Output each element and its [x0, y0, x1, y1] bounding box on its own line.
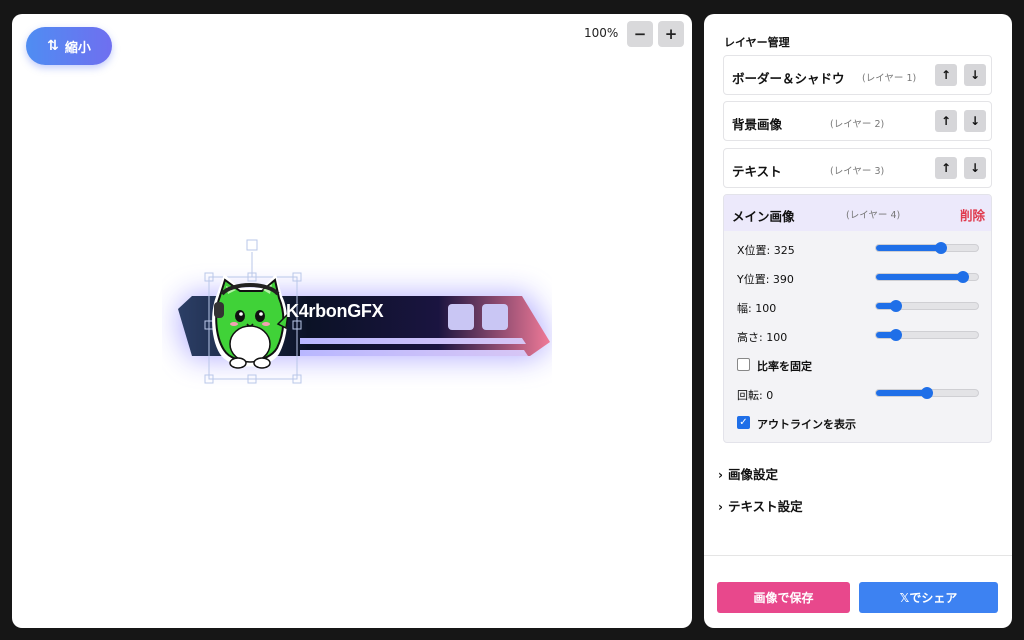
banner-preview[interactable]: K4rbonGFX	[162, 224, 552, 394]
share-x-button[interactable]: 𝕏でシェア	[859, 582, 998, 613]
layer-number: (レイヤー 2)	[830, 119, 885, 130]
active-layer-header: メイン画像 (レイヤー 4) 削除	[724, 195, 991, 231]
layer-name: メイン画像	[732, 209, 795, 224]
layer-item-text[interactable]: テキスト (レイヤー 3) ↑ ↓	[723, 148, 992, 188]
rotation-label: 回転: 0	[737, 389, 774, 402]
chevron-right-icon: ›	[718, 500, 723, 514]
zoom-level: 100%	[584, 26, 619, 40]
swap-vertical-icon: ⇅	[47, 38, 59, 54]
height-slider[interactable]	[875, 329, 979, 341]
text-settings-label: テキスト設定	[728, 499, 803, 514]
x-position-slider[interactable]	[875, 242, 979, 254]
layer-name: 背景画像	[732, 117, 783, 132]
layer-panel: レイヤー管理 ボーダー＆シャドウ (レイヤー 1) ↑ ↓ 背景画像 (レイヤー…	[704, 14, 1012, 628]
text-settings-toggle[interactable]: › テキスト設定	[718, 496, 803, 515]
mascot-image	[212, 274, 290, 369]
layer-name: ボーダー＆シャドウ	[732, 71, 845, 86]
move-down-button[interactable]: ↓	[964, 110, 986, 132]
move-up-button[interactable]: ↑	[935, 157, 957, 179]
lock-ratio-label: 比率を固定	[757, 360, 812, 373]
move-up-button[interactable]: ↑	[935, 64, 957, 86]
move-down-button[interactable]: ↓	[964, 64, 986, 86]
layer-item-border-shadow[interactable]: ボーダー＆シャドウ (レイヤー 1) ↑ ↓	[723, 55, 992, 95]
move-down-button[interactable]: ↓	[964, 157, 986, 179]
layer-item-main-image[interactable]: メイン画像 (レイヤー 4) 削除 X位置: 325 Y位置: 390 幅: 1…	[723, 194, 992, 443]
lock-ratio-checkbox[interactable]	[737, 358, 750, 371]
layer-number: (レイヤー 1)	[862, 73, 917, 84]
zoom-out-button[interactable]: −	[627, 21, 653, 47]
rotation-slider[interactable]	[875, 387, 979, 399]
width-slider[interactable]	[875, 300, 979, 312]
layer-panel-title: レイヤー管理	[724, 36, 790, 49]
chevron-right-icon: ›	[718, 468, 723, 482]
y-position-label: Y位置: 390	[737, 273, 794, 286]
width-label: 幅: 100	[737, 302, 777, 315]
image-settings-label: 画像設定	[728, 467, 779, 482]
x-position-label: X位置: 325	[737, 244, 795, 257]
show-outline-label: アウトラインを表示	[757, 418, 856, 431]
show-outline-checkbox[interactable]: ✓	[737, 416, 750, 429]
layer-name: テキスト	[732, 164, 782, 179]
shrink-label: 縮小	[64, 40, 91, 56]
layer-item-background-image[interactable]: 背景画像 (レイヤー 2) ↑ ↓	[723, 101, 992, 141]
layer-number: (レイヤー 4)	[846, 210, 901, 221]
move-up-button[interactable]: ↑	[935, 110, 957, 132]
layer-number: (レイヤー 3)	[830, 166, 885, 177]
banner-name-text: K4rbonGFX	[286, 301, 384, 321]
delete-layer-button[interactable]: 削除	[960, 205, 985, 224]
save-image-button[interactable]: 画像で保存	[717, 582, 850, 613]
image-settings-toggle[interactable]: › 画像設定	[718, 464, 778, 483]
shrink-button[interactable]: ⇅ 縮小	[26, 27, 112, 65]
zoom-in-button[interactable]: +	[658, 21, 684, 47]
canvas-panel: ⇅ 縮小 100% − + K4rbonGFX	[12, 14, 692, 628]
y-position-slider[interactable]	[875, 271, 979, 283]
divider	[704, 555, 1012, 556]
height-label: 高さ: 100	[737, 331, 788, 344]
